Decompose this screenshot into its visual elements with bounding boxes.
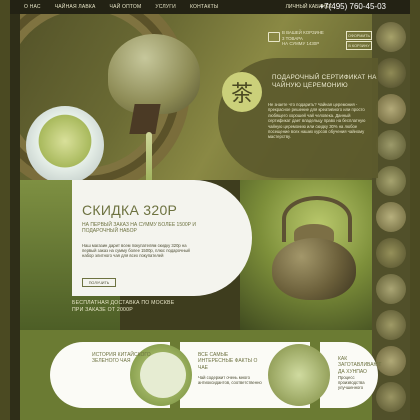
spout-image bbox=[129, 104, 161, 134]
tea-stream-image bbox=[146, 132, 152, 180]
discount-body: Наш магазин дарит всем покупателям скидк… bbox=[82, 243, 190, 259]
tea-thumb[interactable] bbox=[376, 310, 406, 340]
tea-thumb[interactable] bbox=[376, 22, 406, 52]
teapot-image bbox=[272, 238, 356, 300]
article-body-dahongpao: Процесс производства улучшенного bbox=[338, 375, 365, 391]
article-body-facts: Чай содержит очень много антиоксидантов,… bbox=[198, 375, 262, 386]
page: О НАС ЧАЙНАЯ ЛАВКА ЧАЙ ОПТОМ УСЛУГИ КОНТ… bbox=[10, 0, 410, 420]
cart-icon[interactable] bbox=[268, 32, 280, 42]
to-cart-button[interactable]: В КОРЗИНУ bbox=[346, 41, 372, 50]
tea-thumb[interactable] bbox=[376, 166, 406, 196]
checkout-button[interactable]: ОФОРМИТЬ bbox=[346, 31, 372, 40]
tea-glyph: 茶 bbox=[230, 82, 253, 107]
nav-item-wholesale[interactable]: ЧАЙ ОПТОМ bbox=[110, 4, 142, 10]
article-title-dahongpao[interactable]: КАК ЗАГОТАВЛИВАЮТ ДА ХУНПАО bbox=[338, 356, 381, 375]
tea-thumb[interactable] bbox=[376, 130, 406, 160]
tea-thumb[interactable] bbox=[376, 382, 406, 412]
cart-line: НА СУММУ 1430Р bbox=[282, 41, 320, 47]
tea-character-badge: 茶 bbox=[222, 72, 262, 112]
article-title-facts[interactable]: ВСЕ САМЫЕ ИНТЕРЕСНЫЕ ФАКТЫ О ЧАЕ bbox=[198, 352, 262, 371]
tea-bowl-image bbox=[26, 106, 104, 180]
discount-panel: СКИДКА 320р НА ПЕРВЫЙ ЗАКАЗ НА СУММУ БОЛ… bbox=[72, 180, 252, 296]
free-delivery-note: БЕСПЛАТНАЯ ДОСТАВКА ПО МОСКВЕ ПРИ ЗАКАЗЕ… bbox=[72, 300, 192, 330]
article-image-dahongpao bbox=[268, 344, 330, 406]
tea-thumb[interactable] bbox=[376, 202, 406, 232]
cart-summary: В ВАШЕЙ КОРЗИНЕ 3 ТОВАРА НА СУММУ 1430Р … bbox=[268, 30, 372, 52]
nav-item-about[interactable]: О НАС bbox=[24, 4, 41, 10]
tea-thumb[interactable] bbox=[376, 94, 406, 124]
discount-subtitle: НА ПЕРВЫЙ ЗАКАЗ НА СУММУ БОЛЕЕ 1500Р И П… bbox=[82, 222, 196, 235]
tea-thumb[interactable] bbox=[376, 346, 406, 376]
gift-title: ПОДАРОЧНЫЙ СЕРТИФИКАТ НА ЧАЙНУЮ ЦЕРЕМОНИ… bbox=[272, 74, 377, 89]
tea-thumb[interactable] bbox=[376, 274, 406, 304]
tea-pourer-image bbox=[108, 34, 200, 114]
discount-title: СКИДКА 320р bbox=[82, 202, 178, 218]
gift-body: Не знаете что подарить? Чайная церемония… bbox=[268, 102, 366, 140]
delivery-line: ПРИ ЗАКАЗЕ ОТ 2000Р bbox=[72, 307, 133, 313]
cart-summary-text: В ВАШЕЙ КОРЗИНЕ 3 ТОВАРА НА СУММУ 1430Р bbox=[282, 30, 324, 47]
gift-certificate-panel: 茶 ПОДАРОЧНЫЙ СЕРТИФИКАТ НА ЧАЙНУЮ ЦЕРЕМО… bbox=[218, 58, 378, 178]
top-nav: О НАС ЧАЙНАЯ ЛАВКА ЧАЙ ОПТОМ УСЛУГИ КОНТ… bbox=[10, 0, 410, 14]
get-discount-button[interactable]: ПОЛУЧИТЬ bbox=[82, 278, 116, 287]
nav-item-contacts[interactable]: КОНТАКТЫ bbox=[190, 4, 219, 10]
delivery-line: БЕСПЛАТНАЯ ДОСТАВКА ПО МОСКВЕ bbox=[72, 300, 175, 306]
nav-item-tea-shop[interactable]: ЧАЙНАЯ ЛАВКА bbox=[55, 4, 96, 10]
cart-line: В ВАШЕЙ КОРЗИНЕ bbox=[282, 30, 324, 35]
tea-thumb[interactable] bbox=[376, 238, 406, 268]
left-decor-strip bbox=[10, 14, 20, 420]
nav-item-services[interactable]: УСЛУГИ bbox=[155, 4, 176, 10]
article-title-history[interactable]: ИСТОРИЯ КИТАЙСКОГО ЗЕЛЕНОГО ЧАЯ bbox=[92, 352, 152, 365]
phone-number[interactable]: +7(495) 760-45-03 bbox=[320, 2, 387, 11]
